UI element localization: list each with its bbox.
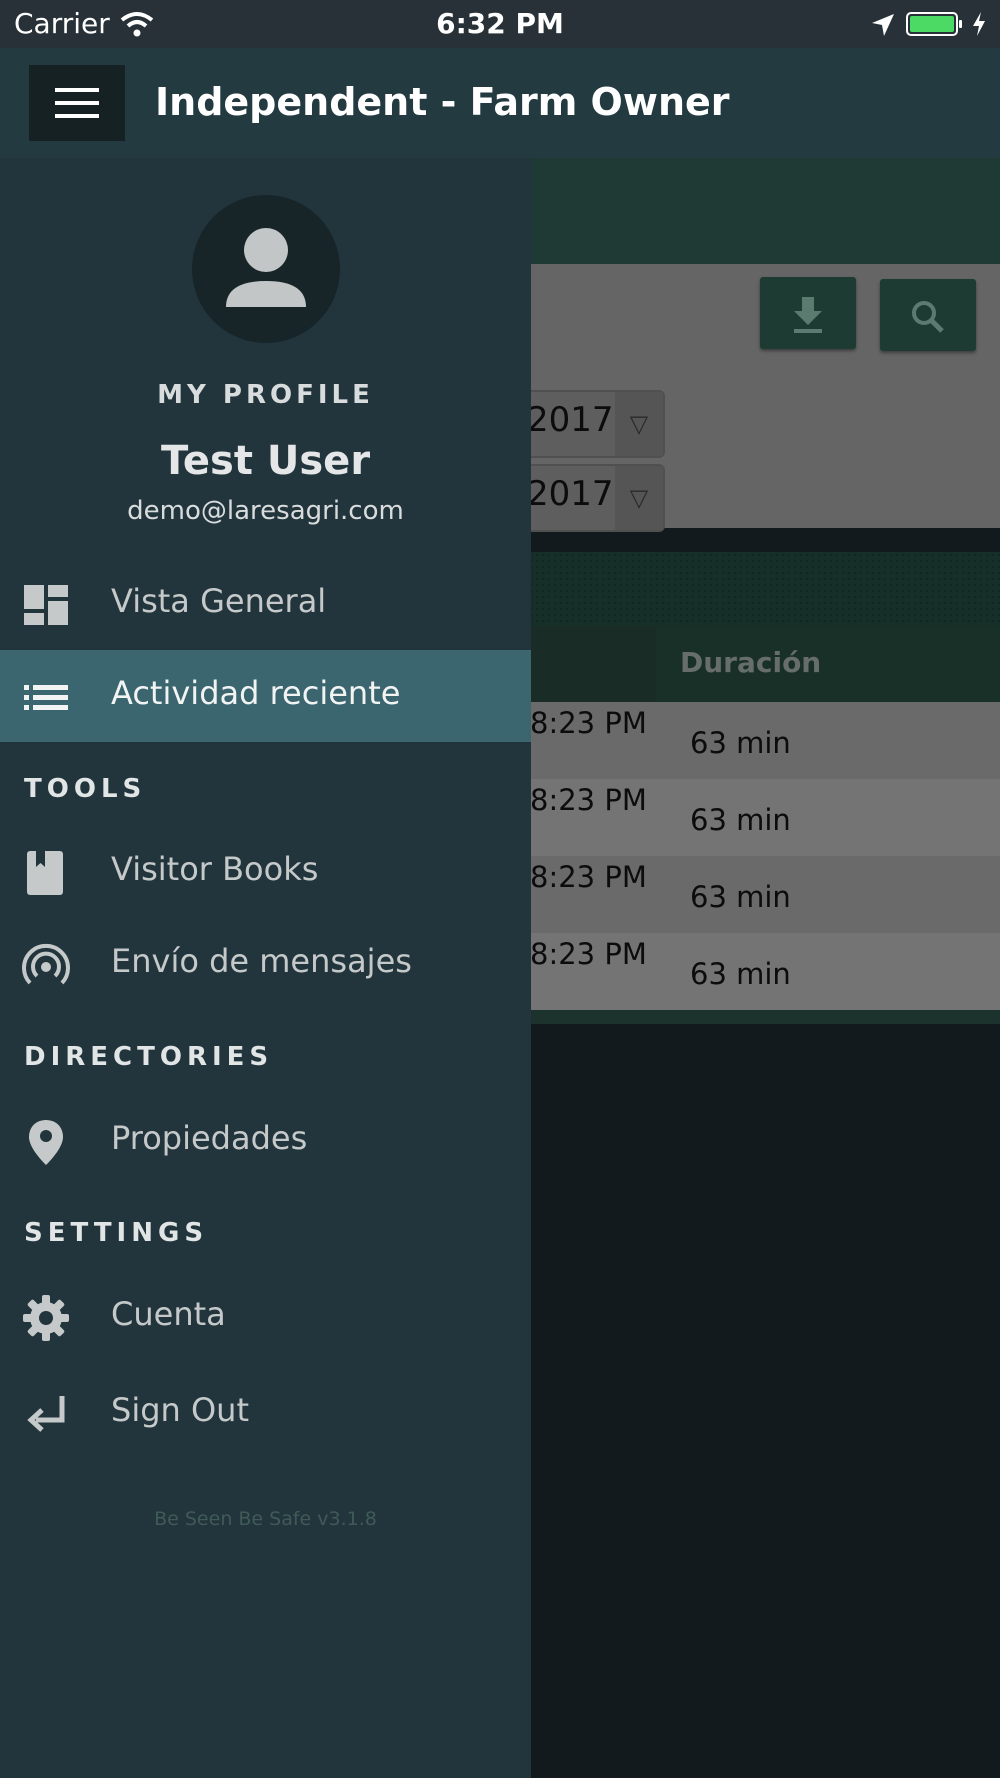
section-settings: SETTINGS xyxy=(24,1218,209,1248)
duration-column-header: Duración xyxy=(680,646,822,679)
nav-item-sign-out[interactable]: Sign Out xyxy=(0,1367,531,1459)
end-date-value: 2017 xyxy=(527,474,614,514)
nav-item-properties[interactable]: Propiedades xyxy=(0,1095,531,1187)
gear-icon xyxy=(23,1295,69,1341)
nav-item-label: Vista General xyxy=(111,582,327,620)
download-button[interactable] xyxy=(760,277,856,349)
book-icon xyxy=(27,851,63,895)
clock: 6:32 PM xyxy=(436,7,564,40)
section-tools: TOOLS xyxy=(24,774,147,804)
avatar[interactable] xyxy=(192,195,340,343)
row-duration: 63 min xyxy=(690,803,791,837)
user-email: demo@laresagri.com xyxy=(127,496,404,526)
row-duration: 63 min xyxy=(690,726,791,760)
menu-button[interactable] xyxy=(29,65,125,141)
dashboard-icon xyxy=(24,585,68,625)
profile-label: MY PROFILE xyxy=(157,380,374,410)
broadcast-icon xyxy=(22,943,70,985)
app-header: Independent - Farm Owner xyxy=(0,48,1000,158)
row-duration: 63 min xyxy=(690,957,791,991)
map-pin-icon xyxy=(29,1120,63,1165)
nav-item-overview[interactable]: Vista General xyxy=(0,558,531,650)
chevron-down-icon: ▽ xyxy=(615,466,663,530)
search-icon xyxy=(912,301,944,333)
status-bar: Carrier 6:32 PM xyxy=(0,0,1000,48)
charging-icon xyxy=(973,12,985,36)
sign-out-icon xyxy=(27,1396,65,1432)
location-arrow-icon xyxy=(872,14,894,36)
list-icon xyxy=(24,685,68,710)
nav-item-messaging[interactable]: Envío de mensajes xyxy=(0,918,531,1010)
row-time: 8:23 PM xyxy=(530,860,647,894)
download-icon xyxy=(794,297,822,333)
app-title: Independent - Farm Owner xyxy=(155,80,730,124)
app-version: Be Seen Be Safe v3.1.8 xyxy=(154,1508,377,1530)
hamburger-icon xyxy=(55,88,99,118)
nav-item-label: Visitor Books xyxy=(111,850,319,888)
user-icon xyxy=(226,228,306,307)
nav-item-label: Propiedades xyxy=(111,1119,308,1157)
navigation-drawer: MY PROFILE Test User demo@laresagri.com … xyxy=(0,158,531,1778)
nav-item-recent-activity[interactable]: Actividad reciente xyxy=(0,650,531,742)
battery-icon xyxy=(906,12,962,36)
row-duration: 63 min xyxy=(690,880,791,914)
nav-item-label: Actividad reciente xyxy=(111,674,401,712)
nav-item-visitor-books[interactable]: Visitor Books xyxy=(0,826,531,918)
nav-item-label: Cuenta xyxy=(111,1295,226,1333)
section-directories: DIRECTORIES xyxy=(24,1042,274,1072)
nav-item-account[interactable]: Cuenta xyxy=(0,1271,531,1363)
row-time: 8:23 PM xyxy=(530,937,647,971)
row-time: 8:23 PM xyxy=(530,783,647,817)
nav-item-label: Envío de mensajes xyxy=(111,942,412,980)
search-button[interactable] xyxy=(880,279,976,351)
start-date-value: 2017 xyxy=(527,400,614,440)
nav-item-label: Sign Out xyxy=(111,1391,249,1429)
chevron-down-icon: ▽ xyxy=(615,392,663,456)
row-time: 8:23 PM xyxy=(530,706,647,740)
user-name: Test User xyxy=(160,438,371,484)
